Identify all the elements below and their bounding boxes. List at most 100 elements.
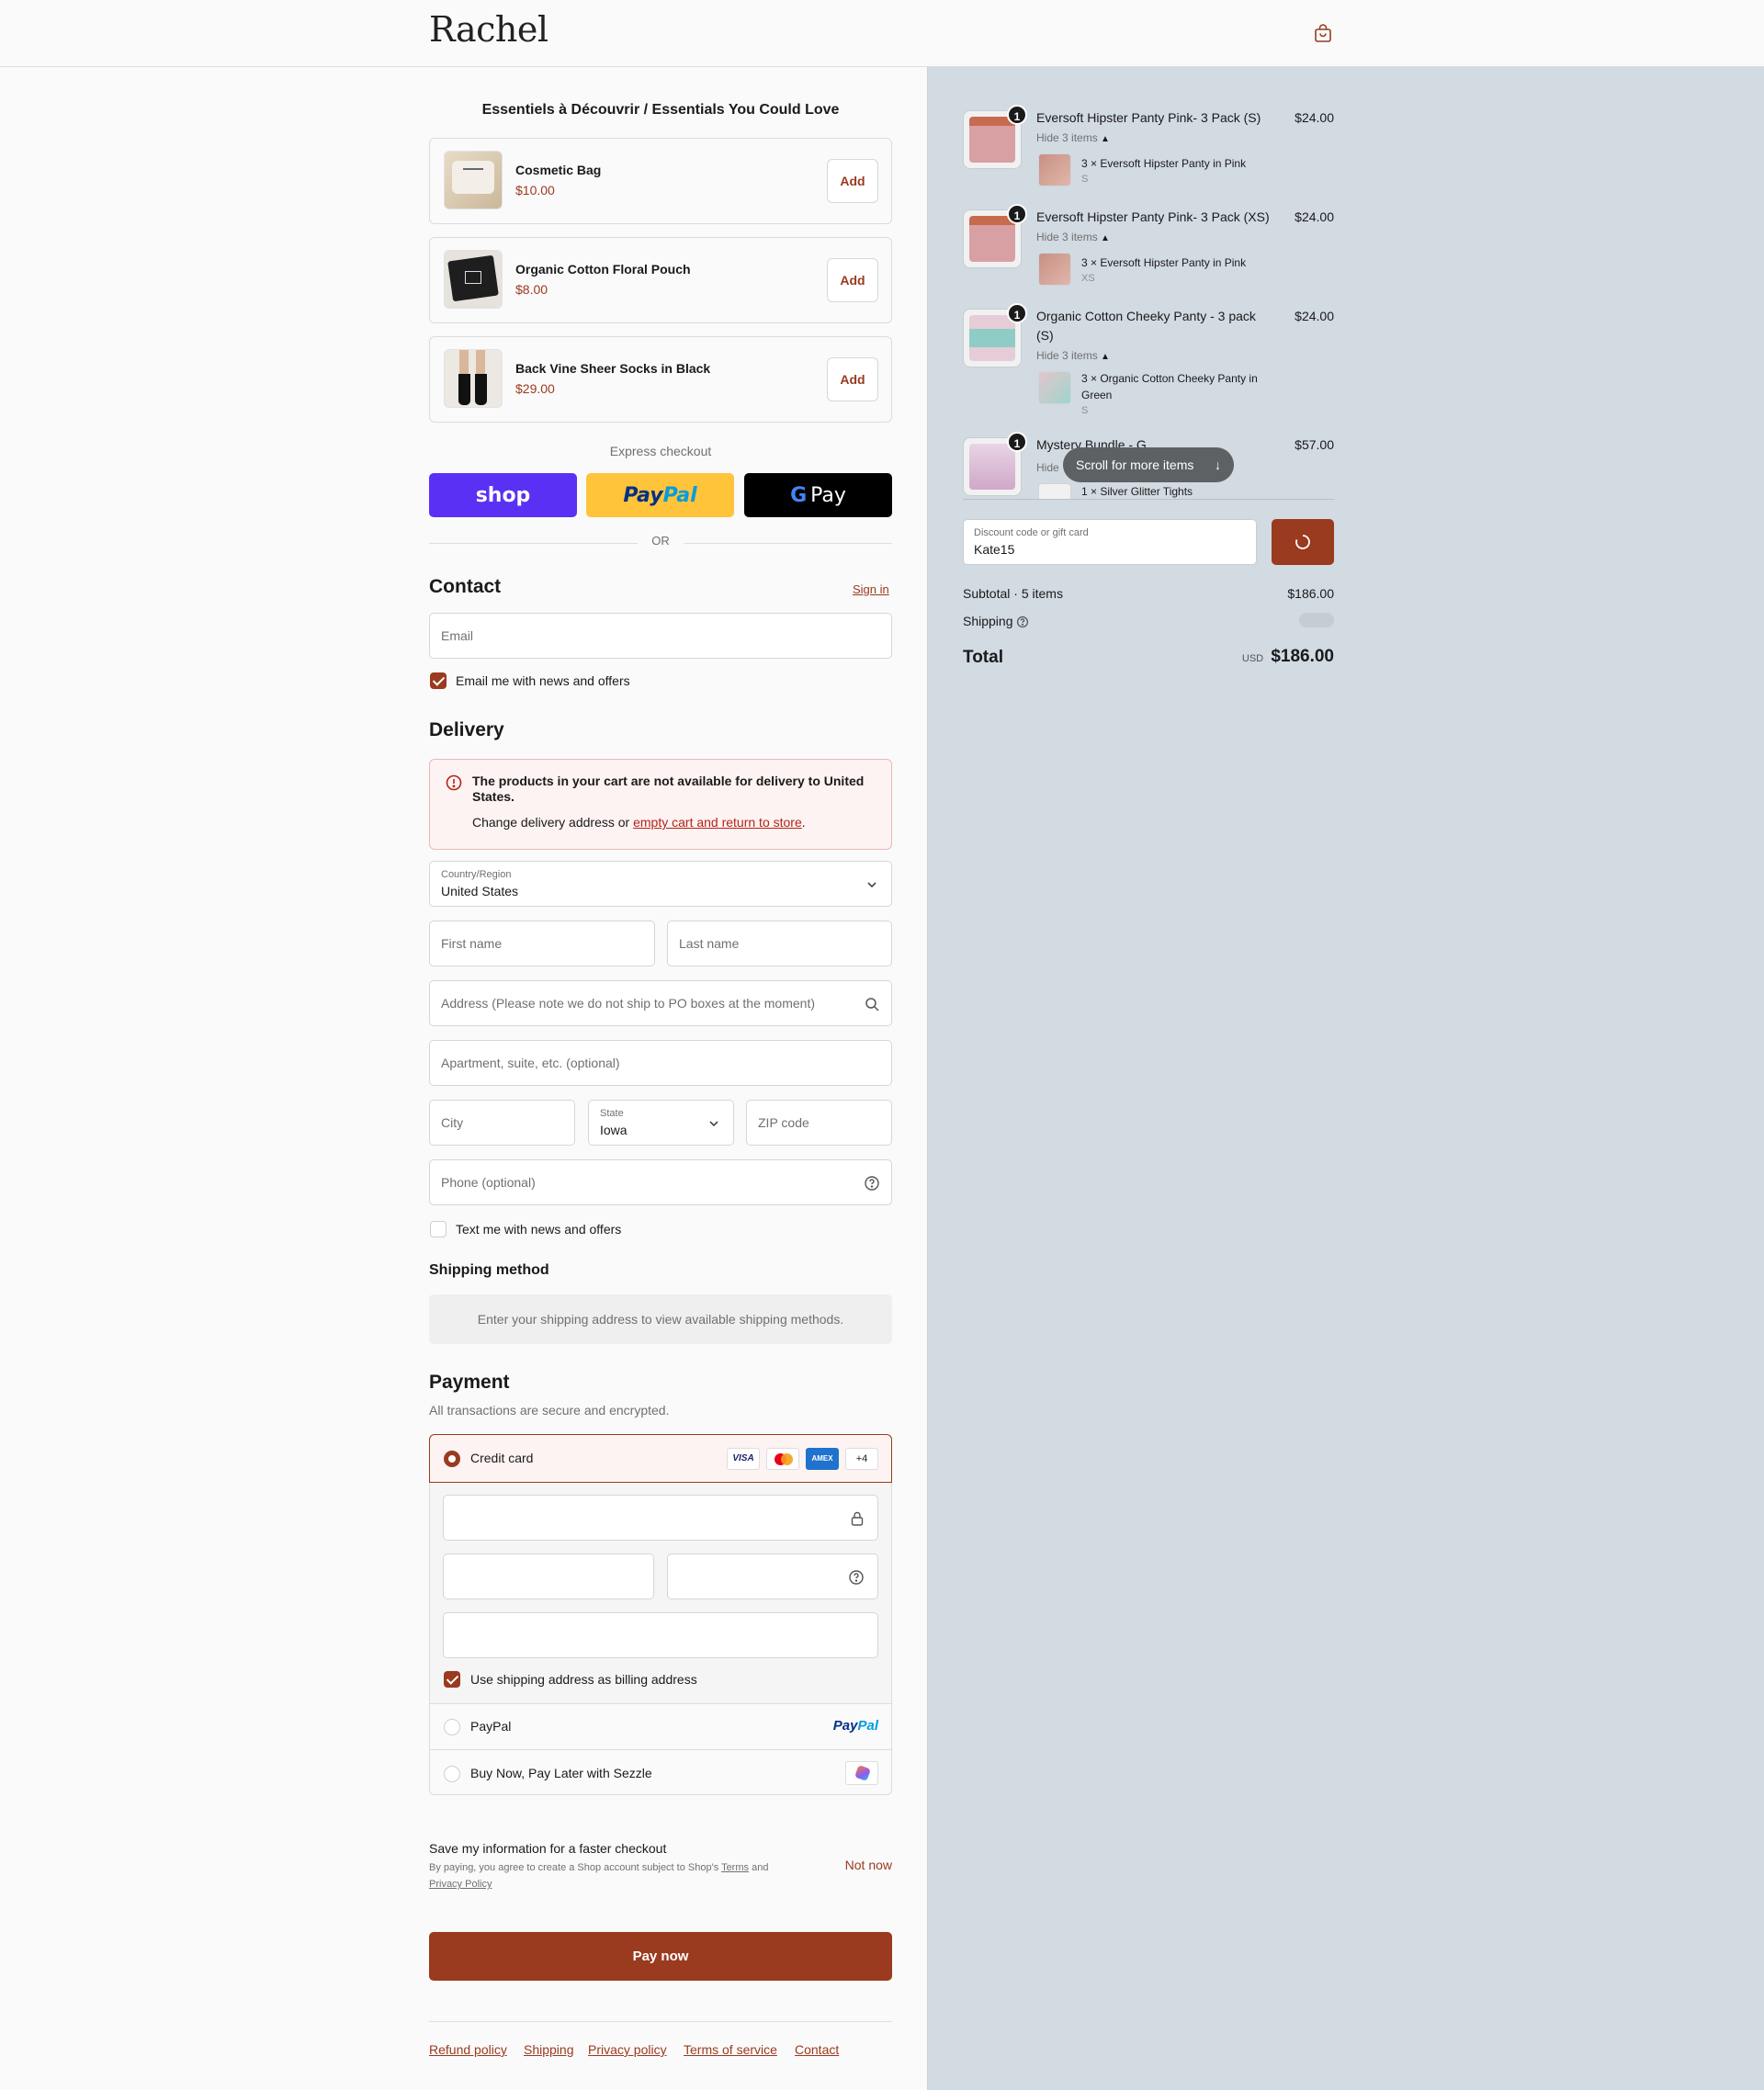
bundle-item-name: 3 × Eversoft Hipster Panty in Pink	[1081, 157, 1247, 170]
bundle-item-image	[1038, 371, 1071, 404]
chevron-down-icon	[867, 882, 876, 888]
billing-checkbox[interactable]	[444, 1671, 460, 1688]
credit-card-label: Credit card	[470, 1451, 534, 1465]
billing-label: Use shipping address as billing address	[470, 1672, 697, 1687]
shipping-label: Shipping	[963, 613, 1029, 628]
shop-pay-button[interactable]: shop	[429, 473, 577, 517]
product-name: Eversoft Hipster Panty Pink- 3 Pack (XS)	[1036, 209, 1270, 224]
not-now-button[interactable]: Not now	[845, 1858, 892, 1872]
sezzle-radio[interactable]	[444, 1766, 460, 1782]
card-name-field[interactable]	[443, 1612, 878, 1658]
empty-cart-link[interactable]: empty cart and return to store	[633, 815, 802, 830]
footer-divider	[429, 2021, 892, 2022]
discount-code-field[interactable]: Discount code or gift card Kate15	[963, 519, 1257, 565]
product-price: $24.00	[1295, 110, 1334, 125]
text-news-checkbox[interactable]	[430, 1221, 447, 1237]
country-select[interactable]: Country/Region United States	[429, 861, 892, 907]
hide-items-toggle[interactable]: Hide 3 items ▲	[1036, 349, 1110, 362]
paypal-express-button[interactable]: PayPal	[586, 473, 734, 517]
privacy-policy-link[interactable]: Privacy policy	[588, 2042, 667, 2057]
paypal-logo: PayPal	[832, 1718, 878, 1734]
zip-field[interactable]: ZIP code	[746, 1100, 892, 1146]
shipping-method-title: Shipping method	[429, 1262, 549, 1278]
product-price: $57.00	[1295, 437, 1334, 452]
bundle-item-name: 3 × Organic Cotton Cheeky Panty in	[1081, 372, 1258, 385]
product-name-cont: (S)	[1036, 328, 1054, 343]
product-image	[969, 444, 1015, 490]
essential-card: Cosmetic Bag $10.00 Add	[429, 138, 892, 224]
paypal-option[interactable]: PayPal PayPal	[430, 1703, 891, 1749]
product-thumbnail: 1	[963, 105, 1027, 169]
last-name-field[interactable]: Last name	[667, 921, 892, 966]
hide-items-toggle[interactable]: Hide	[1036, 461, 1059, 474]
search-icon	[865, 998, 879, 1011]
currency-code: USD	[1241, 653, 1264, 664]
product-name: Organic Cotton Cheeky Panty - 3 pack	[1036, 309, 1256, 323]
quantity-badge: 1	[1007, 303, 1027, 323]
text-news-label: Text me with news and offers	[456, 1222, 622, 1237]
bundle-item-variant: S	[1081, 174, 1089, 185]
quantity-badge: 1	[1007, 204, 1027, 224]
sezzle-option[interactable]: Buy Now, Pay Later with Sezzle	[430, 1749, 891, 1795]
hide-items-toggle[interactable]: Hide 3 items ▲	[1036, 131, 1110, 144]
email-news-checkbox[interactable]	[430, 672, 447, 689]
payment-subtitle: All transactions are secure and encrypte…	[429, 1403, 670, 1418]
add-floral-pouch-button[interactable]: Add	[827, 258, 878, 302]
help-icon[interactable]	[1016, 616, 1029, 628]
state-select[interactable]: State Iowa	[588, 1100, 734, 1146]
card-number-field[interactable]	[443, 1495, 878, 1541]
google-pay-button[interactable]: G Pay	[744, 473, 892, 517]
shipping-policy-link[interactable]: Shipping	[524, 2042, 574, 2057]
phone-field[interactable]: Phone (optional)	[429, 1159, 892, 1205]
contact-link[interactable]: Contact	[795, 2042, 839, 2057]
city-field[interactable]: City	[429, 1100, 575, 1146]
shipping-loading-placeholder	[1299, 613, 1334, 627]
address-field[interactable]: Address (Please note we do not ship to P…	[429, 980, 892, 1026]
bundle-item-name: 3 × Eversoft Hipster Panty in Pink	[1081, 256, 1247, 269]
help-icon[interactable]	[864, 1175, 880, 1192]
refund-policy-link[interactable]: Refund policy	[429, 2042, 507, 2057]
card-cvv-field[interactable]	[667, 1553, 878, 1599]
paypal-radio[interactable]	[444, 1719, 460, 1735]
first-name-field[interactable]: First name	[429, 921, 655, 966]
quantity-badge: 1	[1007, 432, 1027, 452]
subtotal-value: $186.00	[1287, 586, 1334, 601]
apartment-field[interactable]: Apartment, suite, etc. (optional)	[429, 1040, 892, 1086]
alert-message: Change delivery address or empty cart an…	[472, 815, 806, 830]
email-field[interactable]: Email	[429, 613, 892, 659]
bundle-item-name-cont: Green	[1081, 389, 1113, 401]
visa-icon: VISA	[727, 1448, 760, 1470]
product-image	[969, 315, 1015, 361]
shop-privacy-link[interactable]: Privacy Policy	[429, 1879, 492, 1890]
sign-in-link[interactable]: Sign in	[853, 582, 889, 596]
shop-pay-logo: shop	[475, 483, 531, 507]
help-icon[interactable]	[848, 1569, 865, 1586]
store-logo[interactable]: Rachel	[429, 9, 548, 50]
apply-discount-button[interactable]	[1272, 519, 1334, 565]
pay-now-button[interactable]: Pay now	[429, 1932, 892, 1981]
bundle-item-image	[1038, 153, 1071, 186]
bundle-item-variant: XS	[1081, 273, 1095, 284]
card-expiry-field[interactable]	[443, 1553, 654, 1599]
paypal-label: PayPal	[470, 1719, 512, 1734]
total-label: Total	[963, 648, 1003, 667]
quantity-badge: 1	[1007, 105, 1027, 125]
terms-of-service-link[interactable]: Terms of service	[684, 2042, 777, 2057]
product-price: $24.00	[1295, 309, 1334, 323]
add-socks-button[interactable]: Add	[827, 357, 878, 401]
add-cosmetic-bag-button[interactable]: Add	[827, 159, 878, 203]
credit-card-radio[interactable]	[444, 1451, 460, 1467]
subtotal-label: Subtotal · 5 items	[963, 586, 1063, 601]
credit-card-option[interactable]: Credit card VISA AMEX +4	[429, 1434, 892, 1483]
scroll-more-items-button[interactable]: Scroll for more items ↓	[1063, 447, 1234, 482]
express-checkout-label: Express checkout	[609, 444, 712, 458]
alert-title: The products in your cart are not availa…	[472, 774, 865, 804]
shop-terms-link[interactable]: Terms	[721, 1862, 749, 1873]
shopping-bag-icon[interactable]	[1312, 22, 1334, 44]
save-info-terms: By paying, you agree to create a Shop ac…	[429, 1862, 769, 1890]
hide-items-toggle[interactable]: Hide 3 items ▲	[1036, 231, 1110, 243]
product-price: $24.00	[1295, 209, 1334, 224]
product-name: Eversoft Hipster Panty Pink- 3 Pack (S)	[1036, 110, 1261, 125]
chevron-up-icon: ▲	[1101, 233, 1110, 243]
or-separator: OR	[638, 534, 684, 548]
